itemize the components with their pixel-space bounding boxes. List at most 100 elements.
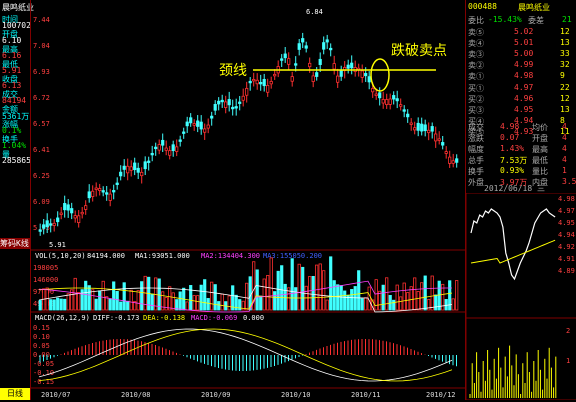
volume-bar [245, 282, 249, 311]
candle-body [388, 98, 392, 105]
neckline-label: 颈线 [219, 63, 247, 79]
left-info-panel: 晨鸣纸业 时间 100702 开盘 6.10 最高 6.16 最低 5.91 收盘 6.13 成交 8… [0, 0, 34, 400]
candle-body [52, 222, 56, 226]
buy-volume: 22 [560, 83, 570, 92]
volume-bar [308, 276, 312, 311]
sell-price: 4.98 [514, 71, 534, 80]
candle-body [126, 165, 130, 174]
stat-value-2: 4 [562, 144, 567, 153]
daily-tab[interactable]: 日线 [0, 388, 30, 400]
candle-body [140, 171, 144, 177]
candle-body [273, 73, 277, 77]
stat-value-2: 3.56 [562, 177, 576, 186]
candle-body [80, 211, 84, 215]
volume-bar [266, 275, 270, 311]
volume-bar [115, 291, 119, 311]
candle-body [294, 63, 298, 66]
stat-value-2: 4 [562, 155, 567, 164]
volume-bar [63, 298, 67, 311]
indicator-tab[interactable]: 筹码K线 [0, 238, 30, 249]
volume-bar [199, 284, 203, 311]
volume-bar [206, 298, 210, 311]
x-axis-label: 2010/07 [41, 391, 71, 399]
candle-body [73, 215, 77, 219]
stat-value: 0.93% [500, 166, 525, 175]
sell-price: 5.00 [514, 49, 534, 58]
candle-body [381, 99, 385, 104]
intraday-price-line [470, 208, 556, 281]
candle-body [192, 123, 196, 126]
candle-body [318, 58, 322, 65]
volume-bar [294, 287, 298, 311]
candle-body [115, 182, 119, 185]
candle-body [290, 76, 294, 82]
price-tick-label: 7.04 [33, 42, 50, 50]
stat-label: 成交 [468, 123, 484, 132]
sell-price: 5.02 [514, 27, 534, 36]
candle-body [84, 205, 88, 210]
candle-body [161, 139, 165, 146]
stat-row: 总手 7.53万 最低 4 [466, 155, 576, 166]
volume-bar [381, 284, 385, 311]
volume-bar [343, 290, 347, 311]
sell-row: 卖③ 5.00 33 [466, 49, 576, 60]
volume-bar [189, 285, 193, 311]
candle-body [308, 62, 312, 68]
candle-body [196, 120, 200, 127]
candle-body [91, 190, 95, 197]
candle-body [311, 75, 315, 82]
stat-row: 涨跌 0.07 开盘 4 [466, 133, 576, 144]
candle-body [199, 121, 203, 130]
volume-bar [59, 298, 63, 311]
volume-bar [378, 290, 382, 311]
stat-row: 成交 4.98 均价 4 [466, 122, 576, 133]
weibi-value: -15.43% [488, 15, 522, 24]
candle-body [59, 212, 63, 215]
intraday-tick: 4.89 [558, 267, 575, 275]
intraday-chart-svg[interactable]: 4.98 4.97 4.95 4.94 4.92 4.91 4.89 2 1 [466, 193, 576, 400]
intraday-tick: 4.91 [558, 255, 575, 263]
candle-body [70, 208, 74, 214]
vol-tick-label: 198005 [33, 264, 58, 272]
candle-body [119, 171, 123, 177]
low-price-label: 5.91 [49, 241, 66, 249]
volume-bar [455, 280, 459, 311]
volume-bar [269, 257, 273, 311]
macd-line [38, 328, 453, 382]
stat-value: 0.07 [500, 133, 520, 142]
volume-bar [77, 292, 81, 311]
sell-label: 卖④ [468, 39, 484, 48]
candle-body [49, 223, 53, 226]
candle-body [157, 144, 161, 151]
candle-body [105, 192, 109, 195]
volume-bar [262, 278, 266, 311]
stock-code: 000488 [468, 2, 497, 11]
volume-bar [395, 284, 399, 311]
volume-bar [259, 295, 263, 311]
candle-body [423, 124, 427, 132]
candle-body [255, 79, 259, 85]
candle-body [87, 191, 91, 199]
volume-bar [325, 299, 329, 311]
candle-body [56, 217, 60, 223]
candle-body [430, 126, 434, 132]
candle-body [136, 167, 140, 173]
macd-value: MACD:-0.069 [191, 314, 237, 322]
quote-header: 000488 晨鸣纸业 [466, 2, 576, 13]
candle-body [455, 158, 459, 163]
kline-chart-svg[interactable]: 7.447.046.936.726.576.416.256.095.936.84… [31, 0, 466, 400]
main-chart-area[interactable]: 7.44 7.04 6.93 6.72 6.57 6.41 6.25 6.09 5.93 6.84… [30, 0, 466, 400]
candle-body [150, 152, 154, 156]
candle-body [185, 121, 189, 127]
volume-bar [231, 285, 235, 311]
candle-body [241, 95, 245, 101]
volume-bar [108, 298, 112, 311]
macd-tick-label: 0.05 [33, 342, 50, 350]
sell-row: 卖① 4.98 9 [466, 71, 576, 82]
candle-body [182, 131, 186, 134]
stat-label-2: 最高 [532, 145, 548, 154]
candle-body [266, 85, 270, 93]
intraday-vol-tick: 2 [566, 327, 570, 335]
volume-bar [217, 301, 221, 311]
candle-body [448, 156, 452, 164]
